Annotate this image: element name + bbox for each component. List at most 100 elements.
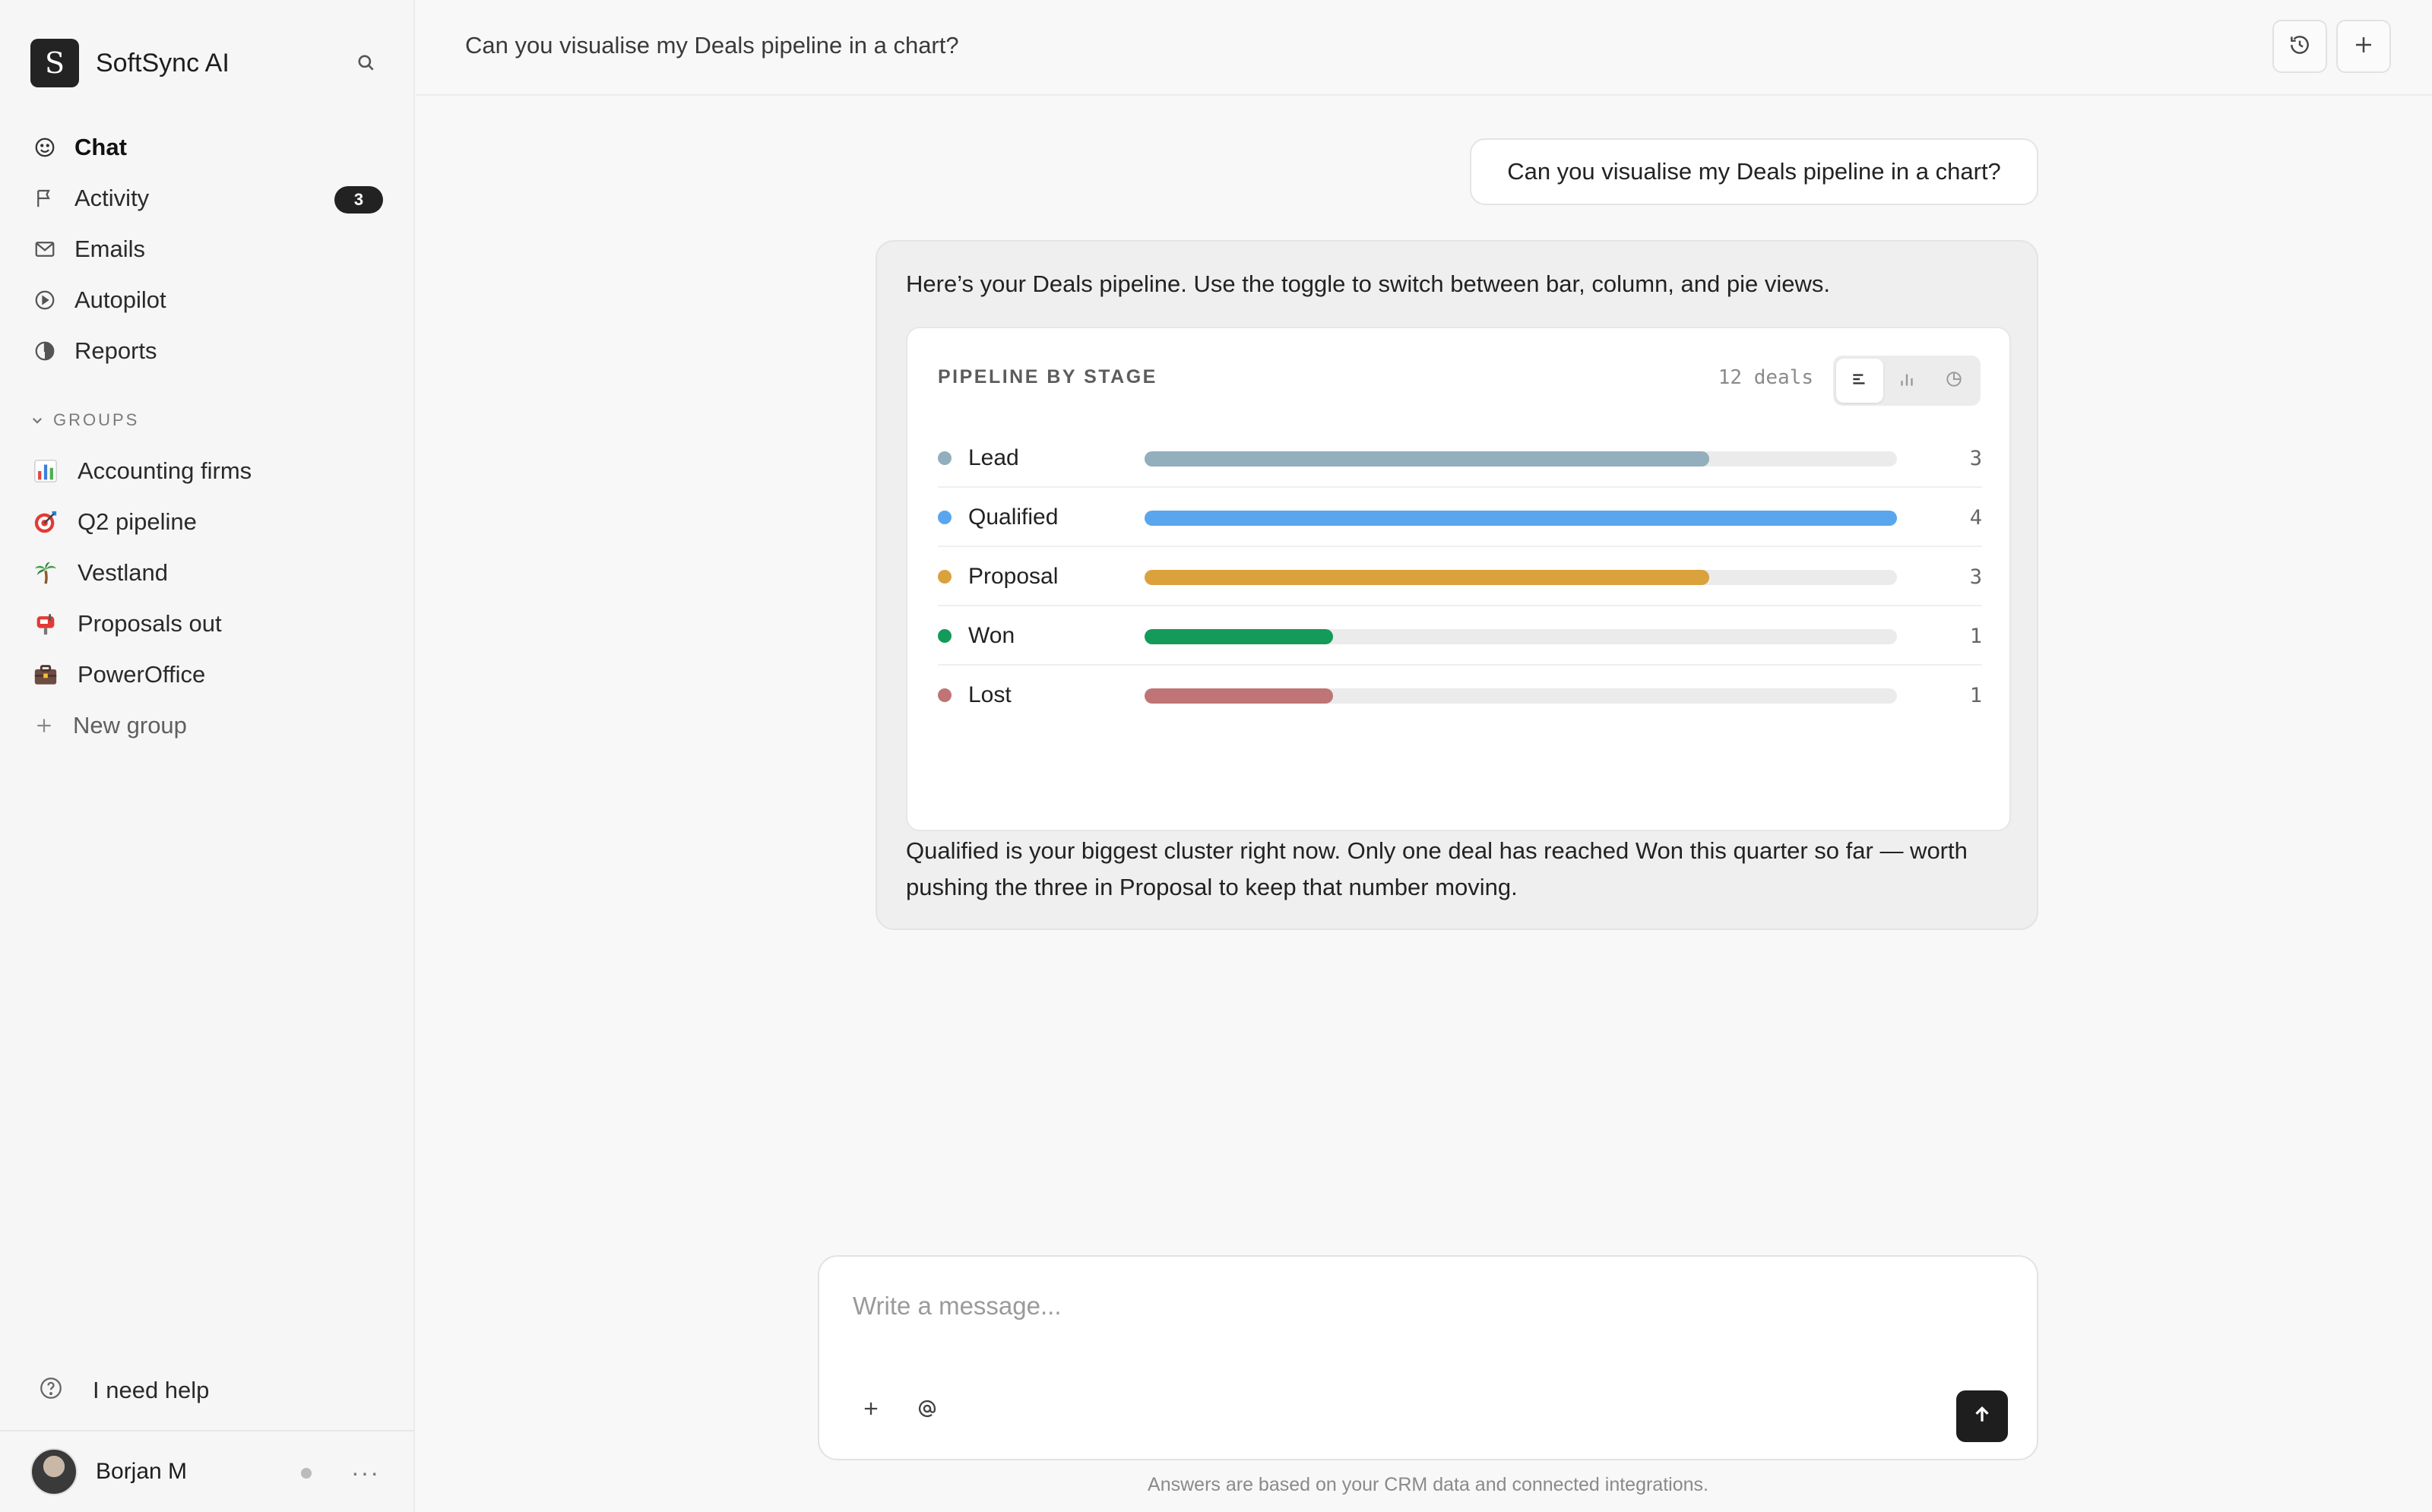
plus-icon [2352,33,2375,60]
nav-item-autopilot[interactable]: Autopilot [30,274,383,325]
arrow-up-icon [1971,1403,1993,1430]
nav-label: Autopilot [74,286,166,313]
avatar[interactable] [30,1448,78,1495]
disclaimer-text: Answers are based on your CRM data and c… [1148,1474,1708,1495]
new-group-button[interactable]: New group [30,700,383,751]
palm-tree-emoji-icon [30,558,61,588]
pie-view-icon [1944,369,1964,393]
group-item-vestland[interactable]: Vestland [30,547,383,598]
groups-list: Accounting firms Q2 pipeline Vestland Pr… [30,445,383,751]
user-message: Can you visualise my Deals pipeline in a… [1470,138,2038,205]
sidebar: S SoftSync AI Chat Activity 3 Emails Aut… [0,0,415,1512]
assistant-message: Here’s your Deals pipeline. Use the togg… [876,240,2038,930]
nav-item-reports[interactable]: Reports [30,325,383,376]
group-label: Accounting firms [78,457,252,484]
mention-button[interactable] [909,1392,945,1428]
bar [1145,629,1333,644]
legend-dot [938,629,952,643]
nav-item-activity[interactable]: Activity 3 [30,172,383,223]
chart-row: Lost 1 [938,666,1982,725]
stage-label: Proposal [968,564,1059,589]
pie-view-button[interactable] [1930,359,1978,403]
chart-row: Lead 3 [938,429,1982,488]
group-item-poweroffice[interactable]: PowerOffice [30,649,383,700]
groups-heading[interactable]: GROUPS [30,410,139,430]
help-link[interactable]: I need help [38,1375,209,1406]
chart-row: Proposal 3 [938,547,1982,606]
nav-label: Emails [74,235,146,262]
user-name: Borjan M [96,1459,188,1484]
stage-count: 1 [1969,684,1982,707]
bar [1145,570,1709,585]
legend-dot [938,451,952,465]
stage-label: Qualified [968,505,1059,530]
history-button[interactable] [2272,20,2327,73]
new-chat-button[interactable] [2336,20,2391,73]
group-item-q2-pipeline[interactable]: Q2 pipeline [30,496,383,547]
more-options-icon[interactable]: ··· [351,1459,380,1487]
groups-heading-label: GROUPS [53,410,140,429]
search-icon[interactable] [353,49,380,77]
bar-view-icon [1850,369,1870,393]
new-group-label: New group [73,711,187,739]
nav-item-emails[interactable]: Emails [30,223,383,274]
app-logo: S [30,39,79,87]
send-button[interactable] [1956,1390,2008,1442]
pipeline-bar-chart: Lead 3 Qualified 4 Proposal 3 Won 1 Lost 1 [938,429,1982,725]
help-label: I need help [93,1377,210,1403]
stage-label: Lost [968,682,1012,707]
nav-label: Activity [74,184,150,211]
bar [1145,511,1897,526]
assistant-summary-text: Qualified is your biggest cluster right … [906,837,1968,900]
at-sign-icon [917,1398,938,1423]
chevron-down-icon [30,413,44,427]
conversation-title: Can you visualise my Deals pipeline in a… [465,32,959,59]
question-circle-icon [38,1375,68,1406]
legend-dot [938,570,952,584]
flag-icon [30,184,59,213]
bar-track [1145,570,1897,585]
conversation-header: Can you visualise my Deals pipeline in a… [416,0,2432,96]
play-circle-icon [30,286,59,315]
stage-count: 4 [1969,506,1982,530]
message-composer [818,1255,2038,1460]
group-item-accounting-firms[interactable]: Accounting firms [30,445,383,496]
briefcase-emoji-icon [30,660,61,690]
stage-label: Lead [968,445,1019,470]
mailbox-emoji-icon [30,609,61,639]
chart-view-toggle [1833,356,1981,406]
stage-count: 1 [1969,625,1982,648]
group-label: Vestland [78,558,168,586]
column-view-button[interactable] [1883,359,1930,403]
bar-track [1145,629,1897,644]
group-label: PowerOffice [78,660,206,688]
history-icon [2288,33,2312,61]
bar-track [1145,451,1897,467]
bar-track [1145,688,1897,704]
activity-count-badge: 3 [334,186,383,214]
chart-title: PIPELINE BY STAGE [938,366,1157,387]
legend-dot [938,511,952,524]
mail-icon [30,235,59,264]
nav-label: Chat [74,133,127,160]
stage-label: Won [968,623,1015,648]
stage-count: 3 [1969,565,1982,589]
chart-row: Qualified 4 [938,488,1982,547]
bar-view-button[interactable] [1836,359,1883,403]
bar-track [1145,511,1897,526]
attach-button[interactable] [853,1392,889,1428]
pipeline-chart-card: PIPELINE BY STAGE 12 deals Lead 3 Qualifie… [906,327,2011,831]
message-input[interactable] [853,1292,1993,1321]
bar [1145,451,1709,467]
user-bar[interactable]: Borjan M ··· [0,1430,415,1512]
stage-count: 3 [1969,447,1982,470]
column-view-icon [1897,369,1917,393]
group-item-proposals-out[interactable]: Proposals out [30,598,383,649]
app-name: SoftSync AI [96,48,230,77]
target-emoji-icon [30,507,61,537]
legend-dot [938,688,952,702]
status-dot-icon [301,1468,312,1479]
nav-item-chat[interactable]: Chat [30,122,383,172]
nav-label: Reports [74,337,157,364]
assistant-intro-text: Here’s your Deals pipeline. Use the togg… [906,270,1830,297]
